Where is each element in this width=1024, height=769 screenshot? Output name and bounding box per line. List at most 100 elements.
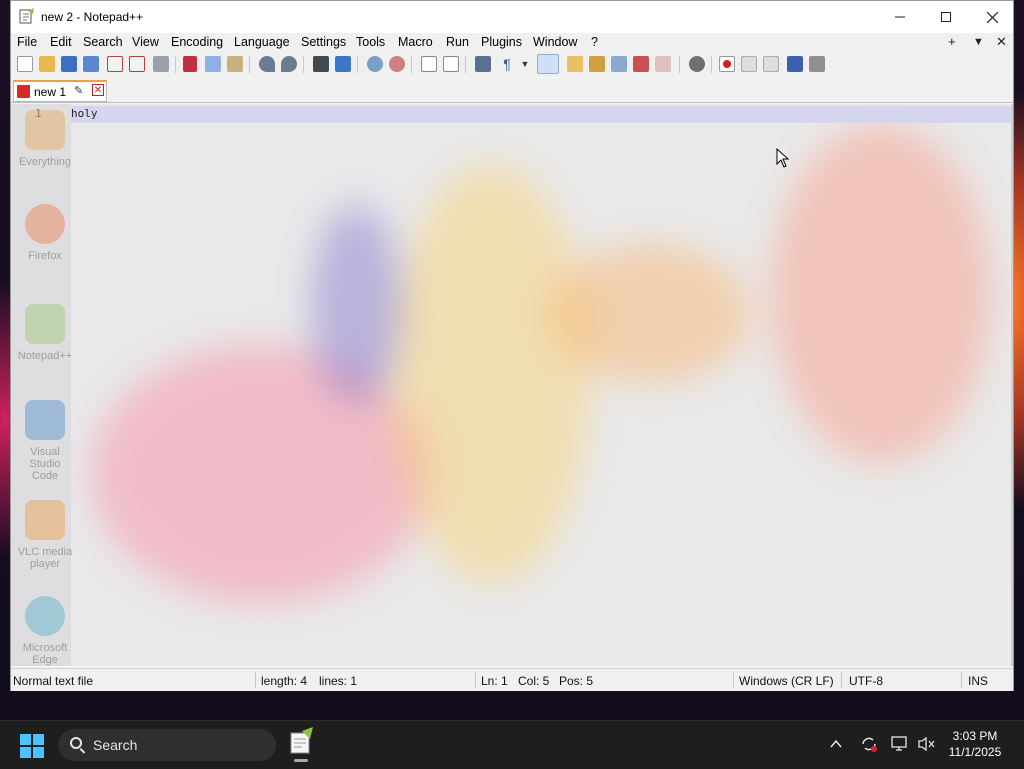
word-wrap-icon[interactable] (475, 56, 491, 72)
minimize-button[interactable] (877, 1, 923, 33)
tab-bar: new 1 ✎ ✕ (11, 79, 1013, 103)
replace-icon[interactable] (335, 56, 351, 72)
notepadpp-icon (19, 8, 34, 24)
cut-icon[interactable] (183, 56, 197, 72)
menu-help[interactable]: ? (591, 35, 598, 49)
line-number-gutter: Everything Firefox Notepad++ Visual Stud… (11, 104, 72, 666)
taskbar-search[interactable]: Search (58, 729, 276, 761)
volume-muted-icon[interactable] (918, 736, 936, 752)
menu-encoding[interactable]: Encoding (171, 35, 223, 49)
function-list-icon[interactable] (633, 56, 649, 72)
close-icon (986, 11, 998, 23)
indent-guide-icon[interactable] (537, 54, 559, 74)
show-all-chars-icon[interactable]: ¶ (499, 56, 515, 72)
title-bar[interactable]: new 2 - Notepad++ (11, 1, 1013, 33)
network-icon[interactable] (891, 736, 909, 752)
paste-icon[interactable] (227, 56, 243, 72)
folder-workspace-icon[interactable] (655, 56, 671, 72)
sync-vertical-icon[interactable] (421, 56, 437, 72)
editor-area[interactable]: Everything Firefox Notepad++ Visual Stud… (11, 104, 1013, 666)
toolbar-separator (175, 56, 176, 73)
menu-edit[interactable]: Edit (50, 35, 72, 49)
search-label: Search (93, 737, 138, 753)
window-title: new 2 - Notepad++ (41, 10, 144, 24)
notepad-window: new 2 - Notepad++ File Edit Search View … (10, 0, 1014, 691)
tab-label: new 1 (34, 85, 67, 99)
undo-icon[interactable] (259, 56, 275, 72)
udl-icon[interactable] (567, 56, 583, 72)
doc-map-icon[interactable] (589, 56, 605, 72)
status-separator (255, 672, 256, 688)
print-icon[interactable] (153, 56, 169, 72)
menu-plugins[interactable]: Plugins (481, 35, 522, 49)
status-bar: Normal text file length: 4 lines: 1 Ln: … (11, 668, 1013, 691)
toolbar-separator (679, 56, 680, 73)
status-length: length: 4 (261, 674, 308, 688)
status-insert-mode[interactable]: INS (968, 674, 988, 688)
clock-date: 11/1/2025 (948, 745, 1002, 759)
chevron-up-icon[interactable] (830, 739, 842, 749)
sync-alert-icon[interactable] (860, 735, 878, 753)
save-icon[interactable] (61, 56, 77, 72)
system-clock[interactable]: 3:03 PM 11/1/2025 (940, 728, 1010, 760)
toolbar: ¶ ▼ (11, 53, 1013, 77)
tab-new-1[interactable]: new 1 ✎ ✕ (13, 80, 107, 102)
minimize-icon (895, 16, 905, 18)
menu-search[interactable]: Search (83, 35, 123, 49)
windows-logo-icon (20, 747, 31, 758)
new-file-icon[interactable] (17, 56, 33, 72)
clock-time: 3:03 PM (952, 729, 998, 743)
start-button[interactable] (20, 734, 44, 758)
close-all-icon[interactable] (129, 56, 145, 72)
desktop-icon-vscode: Visual Studio Code (15, 400, 75, 482)
status-eol[interactable]: Windows (CR LF) (739, 674, 834, 688)
menu-tools[interactable]: Tools (356, 35, 385, 49)
notepadpp-taskbar-icon (290, 727, 313, 754)
wallpaper-shape (391, 164, 591, 584)
editor-text[interactable]: holy (71, 107, 98, 120)
windows-logo-icon (20, 734, 31, 745)
record-macro-icon[interactable] (719, 56, 735, 72)
save-all-icon[interactable] (83, 56, 99, 72)
current-line-highlight (71, 106, 1011, 123)
maximize-icon (941, 12, 951, 22)
menu-settings[interactable]: Settings (301, 35, 346, 49)
stop-macro-icon[interactable] (741, 56, 757, 72)
zoom-in-icon[interactable] (367, 56, 383, 72)
menu-run[interactable]: Run (446, 35, 469, 49)
save-macro-icon[interactable] (809, 56, 825, 72)
menu-file[interactable]: File (17, 35, 37, 49)
tab-list-dropdown-icon[interactable]: ▼ (973, 36, 984, 48)
doc-list-icon[interactable] (611, 56, 627, 72)
close-button[interactable] (969, 1, 1015, 33)
tab-close-icon[interactable]: ✕ (92, 84, 104, 96)
sync-horizontal-icon[interactable] (443, 56, 459, 72)
status-lines: lines: 1 (319, 674, 358, 688)
new-tab-plus-icon[interactable]: + (948, 34, 956, 49)
close-file-icon[interactable] (107, 56, 123, 72)
menu-bar: File Edit Search View Encoding Language … (11, 33, 1013, 53)
find-icon[interactable] (313, 56, 329, 72)
status-pos: Pos: 5 (559, 674, 594, 688)
menu-macro[interactable]: Macro (398, 35, 433, 49)
copy-icon[interactable] (205, 56, 221, 72)
run-macro-multiple-icon[interactable] (787, 56, 803, 72)
redo-icon[interactable] (281, 56, 297, 72)
taskbar-notepadpp[interactable] (286, 727, 316, 763)
menu-language[interactable]: Language (234, 35, 290, 49)
menu-view[interactable]: View (132, 35, 159, 49)
open-file-icon[interactable] (39, 56, 55, 72)
pin-icon[interactable]: ✎ (74, 84, 83, 97)
maximize-button[interactable] (923, 1, 969, 33)
toolbar-separator (411, 56, 412, 73)
play-macro-icon[interactable] (763, 56, 779, 72)
zoom-out-icon[interactable] (389, 56, 405, 72)
close-doc-icon[interactable]: ✕ (996, 34, 1007, 50)
status-separator (841, 672, 842, 688)
wallpaper-shape (311, 204, 401, 404)
status-encoding[interactable]: UTF-8 (849, 674, 883, 688)
toolbar-dropdown-icon[interactable]: ▼ (517, 56, 533, 72)
monitoring-icon[interactable] (689, 56, 705, 72)
desktop-icon-firefox: Firefox (15, 204, 75, 262)
menu-window[interactable]: Window (533, 35, 577, 49)
